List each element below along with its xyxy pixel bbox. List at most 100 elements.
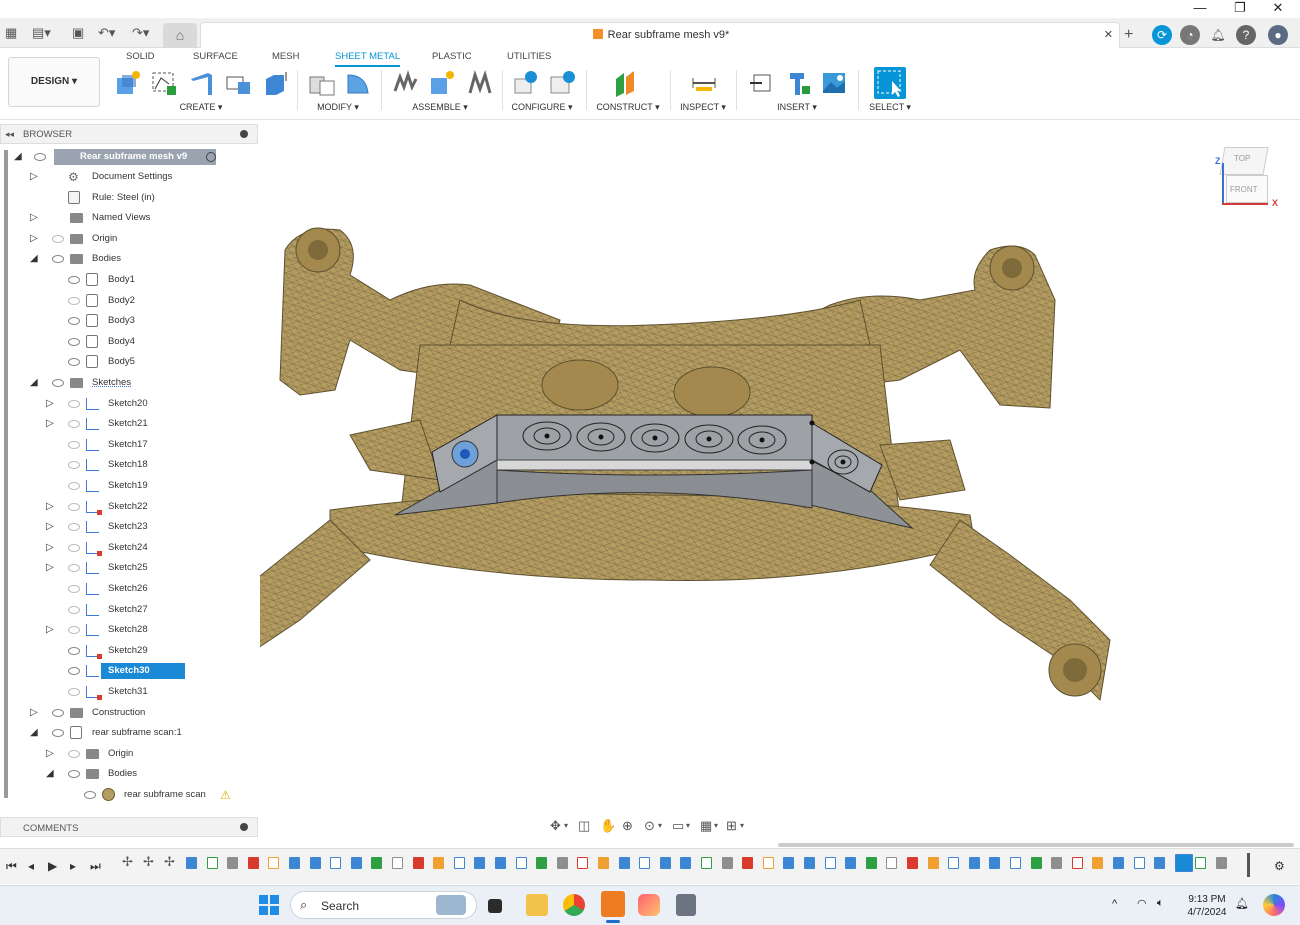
visibility-eye-icon[interactable] <box>68 420 80 429</box>
timeline-feature[interactable] <box>515 857 527 869</box>
tree-item-sketch25[interactable]: ▷ Sketch25 <box>0 559 250 577</box>
timeline-last-icon[interactable]: ⏭ <box>90 859 101 874</box>
timeline-feature[interactable] <box>804 857 815 869</box>
tree-item-named-views[interactable]: ▷ Named Views <box>0 209 250 227</box>
visibility-eye-icon[interactable] <box>68 399 80 408</box>
timeline-feature[interactable] <box>309 857 321 869</box>
file-menu-icon[interactable]: ▤▾ <box>32 25 51 41</box>
timeline-feature[interactable] <box>1113 857 1124 869</box>
timeline-marker[interactable] <box>1247 853 1250 877</box>
timeline-feature[interactable] <box>701 857 712 869</box>
timeline-feature[interactable] <box>412 857 424 869</box>
timeline-feature[interactable] <box>968 857 980 869</box>
tree-item-sketch29[interactable]: Sketch29 <box>0 642 250 660</box>
visibility-eye-icon[interactable] <box>68 564 80 573</box>
expand-icon[interactable]: ◢ <box>30 727 40 739</box>
configure-table-icon[interactable] <box>548 69 576 97</box>
collapse-browser-icon[interactable]: ◂◂ <box>5 129 14 140</box>
timeline-feature[interactable] <box>1071 857 1083 869</box>
timeline-feature[interactable] <box>783 857 795 869</box>
timeline-first-icon[interactable]: ⏮ <box>6 859 17 874</box>
tree-item-sketches[interactable]: ◢ Sketches <box>0 374 250 392</box>
close-tab-button[interactable]: ✕ <box>1104 28 1113 41</box>
expand-icon[interactable]: ▷ <box>46 624 56 636</box>
visibility-eye-icon[interactable] <box>68 482 80 490</box>
tree-item-sketch26[interactable]: Sketch26 <box>0 580 250 598</box>
new-tab-button[interactable]: + <box>1124 25 1133 45</box>
visibility-eye-icon[interactable] <box>68 585 80 593</box>
visibility-eye-icon[interactable] <box>68 523 80 532</box>
joint-icon[interactable] <box>392 69 420 97</box>
insert-derive-icon[interactable] <box>748 69 776 97</box>
comments-panel-header[interactable]: COMMENTS <box>0 817 258 837</box>
timeline-feature[interactable] <box>1030 857 1042 869</box>
visibility-eye-icon[interactable] <box>68 626 80 635</box>
save-icon[interactable]: ▣ <box>72 25 84 41</box>
tray-overflow-icon[interactable]: ^ <box>1112 898 1117 910</box>
timeline-joint-icon[interactable]: ✢ <box>143 854 154 870</box>
visibility-eye-icon[interactable] <box>68 317 80 326</box>
file-explorer-icon[interactable] <box>526 894 548 916</box>
tree-item-sketch31[interactable]: Sketch31 <box>0 683 250 701</box>
timeline-feature[interactable] <box>1174 854 1193 872</box>
timeline-feature[interactable] <box>577 857 589 869</box>
tree-item-construction[interactable]: ▷ Construction <box>0 704 250 722</box>
new-component-assemble-icon[interactable] <box>428 69 456 97</box>
expand-icon[interactable]: ▷ <box>46 542 56 554</box>
expand-icon[interactable]: ▷ <box>46 418 56 430</box>
timeline-feature[interactable] <box>453 857 465 869</box>
tree-item-body5[interactable]: Body5 <box>0 353 250 371</box>
modify-press-pull-icon[interactable] <box>308 69 336 97</box>
tab-solid[interactable]: SOLID <box>126 51 155 62</box>
visibility-eye-icon[interactable] <box>68 461 80 470</box>
timeline-feature[interactable] <box>1051 857 1063 869</box>
tree-item-body1[interactable]: Body1 <box>0 271 250 289</box>
undo-icon[interactable]: ↶▾ <box>98 25 115 41</box>
start-button-icon[interactable] <box>258 894 280 916</box>
tree-item-rule-steel-in[interactable]: Rule: Steel (in) <box>0 189 250 207</box>
collapse-icon[interactable]: ◢ <box>14 151 24 163</box>
group-assemble[interactable]: ASSEMBLE ▾ <box>400 102 480 113</box>
insert-mcmaster-icon[interactable] <box>784 69 812 97</box>
group-modify[interactable]: MODIFY ▾ <box>303 102 373 113</box>
creative-cloud-icon[interactable] <box>638 894 660 916</box>
home-tab[interactable]: ⌂ <box>163 23 197 48</box>
sheet-metal-rules-icon[interactable] <box>224 69 252 97</box>
visibility-eye-icon[interactable] <box>84 791 96 799</box>
restore-button[interactable]: ❐ <box>1220 0 1260 18</box>
tree-item-sketch17[interactable]: Sketch17 <box>0 436 250 454</box>
tree-item-sketch27[interactable]: Sketch27 <box>0 601 250 619</box>
expand-icon[interactable]: ▷ <box>46 562 56 574</box>
timeline-feature[interactable] <box>762 857 774 869</box>
timeline-feature[interactable] <box>927 857 939 869</box>
expand-icon[interactable]: ▷ <box>30 233 40 245</box>
tree-item-sketch20[interactable]: ▷ Sketch20 <box>0 395 250 413</box>
document-tab[interactable]: Rear subframe mesh v9* ✕ <box>200 22 1120 48</box>
insert-canvas-icon[interactable] <box>820 69 848 97</box>
timeline-feature[interactable] <box>495 857 506 869</box>
tree-item-sketch24[interactable]: ▷ Sketch24 <box>0 539 250 557</box>
tree-item-sketch21[interactable]: ▷ Sketch21 <box>0 415 250 433</box>
expand-icon[interactable]: ◢ <box>30 377 40 389</box>
tab-mesh[interactable]: MESH <box>272 51 299 62</box>
timeline-play-icon[interactable]: ▶ <box>48 859 57 873</box>
expand-icon[interactable]: ▷ <box>30 171 40 183</box>
group-inspect[interactable]: INSPECT ▾ <box>670 102 736 113</box>
tree-item-document-settings[interactable]: ▷ ⚙ Document Settings <box>0 168 250 186</box>
timeline-feature[interactable] <box>247 857 259 869</box>
visibility-eye-icon[interactable] <box>52 708 64 717</box>
visibility-eye-icon[interactable] <box>68 688 80 696</box>
timeline-feature[interactable] <box>824 857 836 869</box>
as-built-joint-icon[interactable] <box>466 69 494 97</box>
calculator-icon[interactable] <box>676 894 696 916</box>
timeline-feature[interactable] <box>556 857 568 869</box>
timeline-joint-icon[interactable]: ✢ <box>122 854 133 870</box>
unfold-icon[interactable] <box>344 69 372 97</box>
tree-item-body4[interactable]: Body4 <box>0 333 250 351</box>
group-configure[interactable]: CONFIGURE ▾ <box>502 102 582 113</box>
taskbar-clock[interactable]: 9:13 PM 4/7/2024 <box>1182 893 1232 919</box>
browser-pin-icon[interactable] <box>240 130 248 138</box>
look-at-icon[interactable]: ◫ <box>578 819 594 833</box>
taskbar-search[interactable]: ⌕ Search <box>290 891 477 919</box>
new-component-icon[interactable] <box>114 69 142 97</box>
